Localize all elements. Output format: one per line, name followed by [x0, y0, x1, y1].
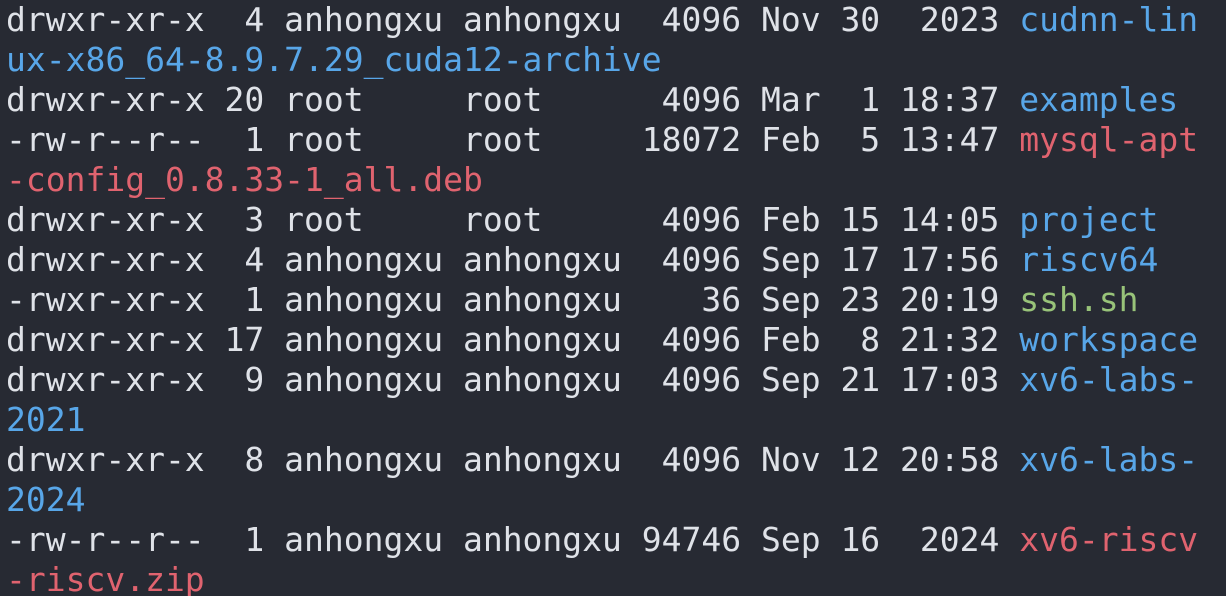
- terminal-line: drwxr-xr-x 9 anhongxu anhongxu 4096 Sep …: [6, 360, 1226, 400]
- package-file-name: -config_0.8.33-1_all.deb: [6, 160, 483, 199]
- executable-file-name: ssh.sh: [1019, 280, 1139, 319]
- file-meta: drwxr-xr-x 17 anhongxu anhongxu 4096 Feb…: [6, 320, 1020, 359]
- terminal-line: drwxr-xr-x 8 anhongxu anhongxu 4096 Nov …: [6, 440, 1226, 480]
- directory-name: 2024: [6, 480, 86, 519]
- file-meta: drwxr-xr-x 4 anhongxu anhongxu 4096 Sep …: [6, 240, 1020, 279]
- file-meta: -rwxr-xr-x 1 anhongxu anhongxu 36 Sep 23…: [6, 280, 1020, 319]
- terminal-window[interactable]: drwxr-xr-x 4 anhongxu anhongxu 4096 Nov …: [0, 0, 1226, 596]
- directory-name: cudnn-lin: [1019, 0, 1199, 39]
- archive-file-name: xv6-riscv: [1019, 520, 1199, 559]
- file-meta: -rw-r--r-- 1 anhongxu anhongxu 94746 Sep…: [6, 520, 1020, 559]
- terminal-line: drwxr-xr-x 20 root root 4096 Mar 1 18:37…: [6, 80, 1226, 120]
- terminal-line: -config_0.8.33-1_all.deb: [6, 160, 1226, 200]
- file-meta: drwxr-xr-x 3 root root 4096 Feb 15 14:05: [6, 200, 1020, 239]
- file-meta: -rw-r--r-- 1 root root 18072 Feb 5 13:47: [6, 120, 1020, 159]
- terminal-line: -rwxr-xr-x 1 anhongxu anhongxu 36 Sep 23…: [6, 280, 1226, 320]
- directory-name: riscv64: [1019, 240, 1159, 279]
- directory-name: 2021: [6, 400, 86, 439]
- file-meta: drwxr-xr-x 9 anhongxu anhongxu 4096 Sep …: [6, 360, 1020, 399]
- directory-name: xv6-labs-: [1019, 440, 1199, 479]
- package-file-name: mysql-apt: [1019, 120, 1199, 159]
- terminal-line: -riscv.zip: [6, 560, 1226, 596]
- directory-name: examples: [1019, 80, 1179, 119]
- directory-name: workspace: [1019, 320, 1199, 359]
- archive-file-name: -riscv.zip: [6, 560, 205, 596]
- file-meta: drwxr-xr-x 8 anhongxu anhongxu 4096 Nov …: [6, 440, 1020, 479]
- terminal-line: -rw-r--r-- 1 root root 18072 Feb 5 13:47…: [6, 120, 1226, 160]
- terminal-line: drwxr-xr-x 4 anhongxu anhongxu 4096 Sep …: [6, 240, 1226, 280]
- terminal-line: drwxr-xr-x 17 anhongxu anhongxu 4096 Feb…: [6, 320, 1226, 360]
- terminal-line: ux-x86_64-8.9.7.29_cuda12-archive: [6, 40, 1226, 80]
- terminal-line: drwxr-xr-x 4 anhongxu anhongxu 4096 Nov …: [6, 0, 1226, 40]
- file-meta: drwxr-xr-x 20 root root 4096 Mar 1 18:37: [6, 80, 1020, 119]
- file-meta: drwxr-xr-x 4 anhongxu anhongxu 4096 Nov …: [6, 0, 1020, 39]
- directory-name: xv6-labs-: [1019, 360, 1199, 399]
- terminal-line: -rw-r--r-- 1 anhongxu anhongxu 94746 Sep…: [6, 520, 1226, 560]
- terminal-line: 2024: [6, 480, 1226, 520]
- directory-name: ux-x86_64-8.9.7.29_cuda12-archive: [6, 40, 662, 79]
- directory-name: project: [1019, 200, 1159, 239]
- terminal-line: drwxr-xr-x 3 root root 4096 Feb 15 14:05…: [6, 200, 1226, 240]
- terminal-line: 2021: [6, 400, 1226, 440]
